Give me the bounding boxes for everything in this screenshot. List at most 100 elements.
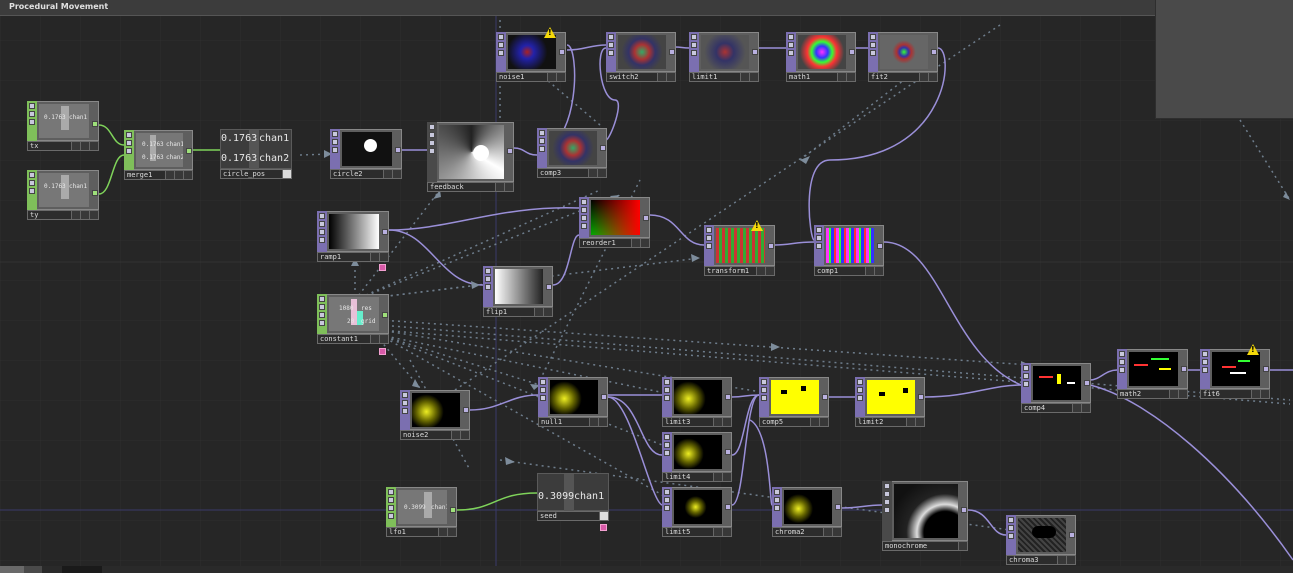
output-connector[interactable] bbox=[450, 507, 456, 513]
node-label: comp4 bbox=[1024, 404, 1046, 412]
node-label: lfo1 bbox=[389, 528, 406, 536]
output-connector[interactable] bbox=[382, 312, 388, 318]
output-connector[interactable] bbox=[1069, 532, 1075, 538]
output-connector[interactable] bbox=[463, 407, 469, 413]
output-connector[interactable] bbox=[961, 507, 967, 513]
output-connector[interactable] bbox=[835, 504, 841, 510]
node-comp5[interactable]: comp5 bbox=[759, 377, 829, 427]
viewer-flag-icon[interactable] bbox=[379, 264, 386, 271]
output-connector[interactable] bbox=[725, 394, 731, 400]
output-connector[interactable] bbox=[725, 449, 731, 455]
output-connector[interactable] bbox=[752, 49, 758, 55]
node-switch2[interactable]: switch2 bbox=[606, 32, 676, 82]
node-label: limit1 bbox=[692, 73, 718, 81]
node-comp4[interactable]: comp4 bbox=[1021, 363, 1091, 413]
output-connector[interactable] bbox=[382, 229, 388, 235]
pane-tab[interactable] bbox=[0, 566, 24, 573]
network-title: Procedural Movement bbox=[9, 2, 109, 11]
node-math1[interactable]: math1 bbox=[786, 32, 856, 82]
node-fit2[interactable]: fit2 bbox=[868, 32, 938, 82]
seed-chan: chan1 bbox=[574, 491, 605, 502]
node-circle-pos[interactable]: 0.1763 chan1 0.1763 chan2 circle_pos bbox=[220, 129, 292, 179]
output-connector[interactable] bbox=[1084, 380, 1090, 386]
network-title-bar: Procedural Movement bbox=[0, 0, 1155, 16]
viewer-flag-icon[interactable] bbox=[379, 348, 386, 355]
node-label: math1 bbox=[789, 73, 811, 81]
node-merge1[interactable]: 0.1763 chan1 0.1763 chan2 merge1 bbox=[124, 130, 193, 180]
output-connector[interactable] bbox=[546, 284, 552, 290]
node-noise1[interactable]: noise1 bbox=[496, 32, 566, 82]
node-null1[interactable]: null1 bbox=[538, 377, 608, 427]
node-transform1[interactable]: transform1 bbox=[704, 225, 775, 276]
node-chroma3[interactable]: chroma3 bbox=[1006, 515, 1076, 565]
node-label: seed bbox=[540, 512, 557, 520]
merge1-value1: 0.1763 bbox=[142, 141, 164, 148]
output-connector[interactable] bbox=[92, 121, 98, 127]
output-connector[interactable] bbox=[395, 147, 401, 153]
viewer-flag-icon[interactable] bbox=[600, 524, 607, 531]
node-label: fit2 bbox=[871, 73, 888, 81]
output-connector[interactable] bbox=[643, 215, 649, 221]
node-ty[interactable]: 0.1763 chan1 ty bbox=[27, 170, 99, 220]
node-feedback[interactable]: feedback bbox=[427, 122, 514, 192]
constant1-value2: 20 bbox=[347, 318, 355, 325]
node-fit6[interactable]: fit6 bbox=[1200, 349, 1270, 399]
output-connector[interactable] bbox=[669, 49, 675, 55]
node-label: circle2 bbox=[333, 170, 363, 178]
output-connector[interactable] bbox=[822, 394, 828, 400]
output-connector[interactable] bbox=[507, 148, 513, 154]
circle-pos-chan1: chan1 bbox=[259, 133, 290, 144]
pane-tab[interactable] bbox=[62, 566, 102, 573]
output-connector[interactable] bbox=[918, 394, 924, 400]
node-label: constant1 bbox=[320, 335, 358, 343]
node-label: flip1 bbox=[486, 308, 508, 316]
node-comp1[interactable]: comp1 bbox=[814, 225, 884, 276]
output-connector[interactable] bbox=[725, 504, 731, 510]
lfo1-chan: chan1 bbox=[431, 504, 447, 511]
node-limit2[interactable]: limit2 bbox=[855, 377, 925, 427]
output-connector[interactable] bbox=[1263, 366, 1269, 372]
side-panel bbox=[1155, 0, 1293, 119]
output-connector[interactable] bbox=[600, 145, 606, 151]
node-flip1[interactable]: flip1 bbox=[483, 266, 553, 317]
output-connector[interactable] bbox=[92, 190, 98, 196]
node-monochrome[interactable]: monochrome bbox=[882, 481, 968, 551]
output-connector[interactable] bbox=[559, 49, 565, 55]
node-chroma2[interactable]: chroma2 bbox=[772, 487, 842, 537]
node-ramp1[interactable]: ramp1 bbox=[317, 211, 389, 262]
node-label: limit4 bbox=[665, 473, 691, 481]
node-reorder1[interactable]: reorder1 bbox=[579, 197, 650, 248]
node-label: comp5 bbox=[762, 418, 784, 426]
node-limit3[interactable]: limit3 bbox=[662, 377, 732, 427]
node-comp3[interactable]: comp3 bbox=[537, 128, 607, 178]
warning-icon bbox=[1247, 344, 1259, 355]
node-limit4[interactable]: limit4 bbox=[662, 432, 732, 482]
node-label: limit2 bbox=[858, 418, 884, 426]
node-label: math2 bbox=[1120, 390, 1142, 398]
node-constant1[interactable]: 1080 res 20 grid constant1 bbox=[317, 294, 389, 344]
node-tx[interactable]: 0.1763 chan1 tx bbox=[27, 101, 99, 151]
output-connector[interactable] bbox=[877, 243, 883, 249]
output-connector[interactable] bbox=[1181, 366, 1187, 372]
node-seed[interactable]: 0.3099 chan1 seed bbox=[537, 473, 609, 521]
node-circle2[interactable]: circle2 bbox=[330, 129, 402, 179]
node-limit1[interactable]: limit1 bbox=[689, 32, 759, 82]
output-connector[interactable] bbox=[186, 148, 192, 154]
node-math2[interactable]: math2 bbox=[1117, 349, 1188, 399]
output-connector[interactable] bbox=[931, 49, 937, 55]
node-limit5[interactable]: limit5 bbox=[662, 487, 732, 537]
warning-icon bbox=[544, 27, 556, 38]
node-label: monochrome bbox=[885, 542, 928, 550]
node-lfo1[interactable]: 0.3099 chan1 lfo1 bbox=[386, 487, 457, 537]
node-label: limit5 bbox=[665, 528, 691, 536]
bottom-toolbar bbox=[0, 566, 1293, 573]
network-editor: Procedural Movement 0.1763 chan1 tx 0.17… bbox=[0, 0, 1293, 573]
pane-tab[interactable] bbox=[24, 566, 42, 573]
output-connector[interactable] bbox=[768, 243, 774, 249]
output-connector[interactable] bbox=[601, 394, 607, 400]
node-label: fit6 bbox=[1203, 390, 1220, 398]
node-noise2[interactable]: noise2 bbox=[400, 390, 470, 440]
merge1-value2: 0.1763 bbox=[142, 154, 164, 161]
node-label: ty bbox=[30, 211, 39, 219]
output-connector[interactable] bbox=[849, 49, 855, 55]
